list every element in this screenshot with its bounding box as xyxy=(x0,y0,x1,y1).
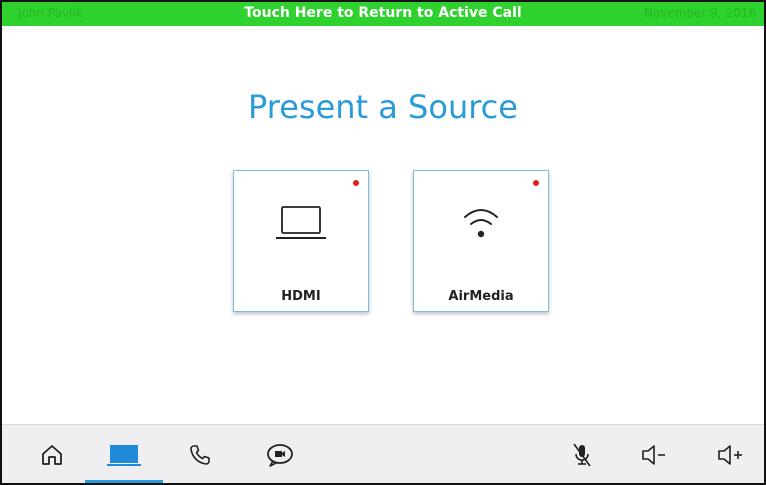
page-title: Present a Source xyxy=(248,88,518,126)
source-tile-hdmi[interactable]: HDMI xyxy=(233,170,369,312)
present-icon xyxy=(107,445,141,466)
bottom-nav xyxy=(2,424,764,483)
volume-down-icon xyxy=(642,445,665,465)
active-tab-indicator xyxy=(85,480,163,483)
wifi-icon xyxy=(414,201,548,245)
volume-up-button[interactable] xyxy=(708,437,752,473)
touch-panel: John Pavlik Touch Here to Return to Acti… xyxy=(0,0,766,485)
volume-up-icon xyxy=(718,445,742,465)
laptop-icon xyxy=(234,201,368,245)
date-text: November 9, 2016 xyxy=(643,6,756,20)
phone-button[interactable] xyxy=(178,437,222,473)
source-tile-airmedia[interactable]: AirMedia xyxy=(413,170,549,312)
video-chat-icon xyxy=(267,444,293,467)
return-to-call-bar[interactable]: John Pavlik Touch Here to Return to Acti… xyxy=(2,2,764,26)
volume-down-button[interactable] xyxy=(632,437,676,473)
home-button[interactable] xyxy=(30,437,74,473)
home-icon xyxy=(42,445,62,465)
mic-mute-button[interactable] xyxy=(560,437,604,473)
phone-icon xyxy=(190,445,210,465)
status-dot xyxy=(353,180,359,186)
status-dot xyxy=(533,180,539,186)
mic-muted-icon xyxy=(573,443,591,467)
video-chat-button[interactable] xyxy=(258,437,302,473)
present-button[interactable] xyxy=(102,437,146,473)
source-label: AirMedia xyxy=(448,289,514,304)
source-label: HDMI xyxy=(281,289,321,304)
